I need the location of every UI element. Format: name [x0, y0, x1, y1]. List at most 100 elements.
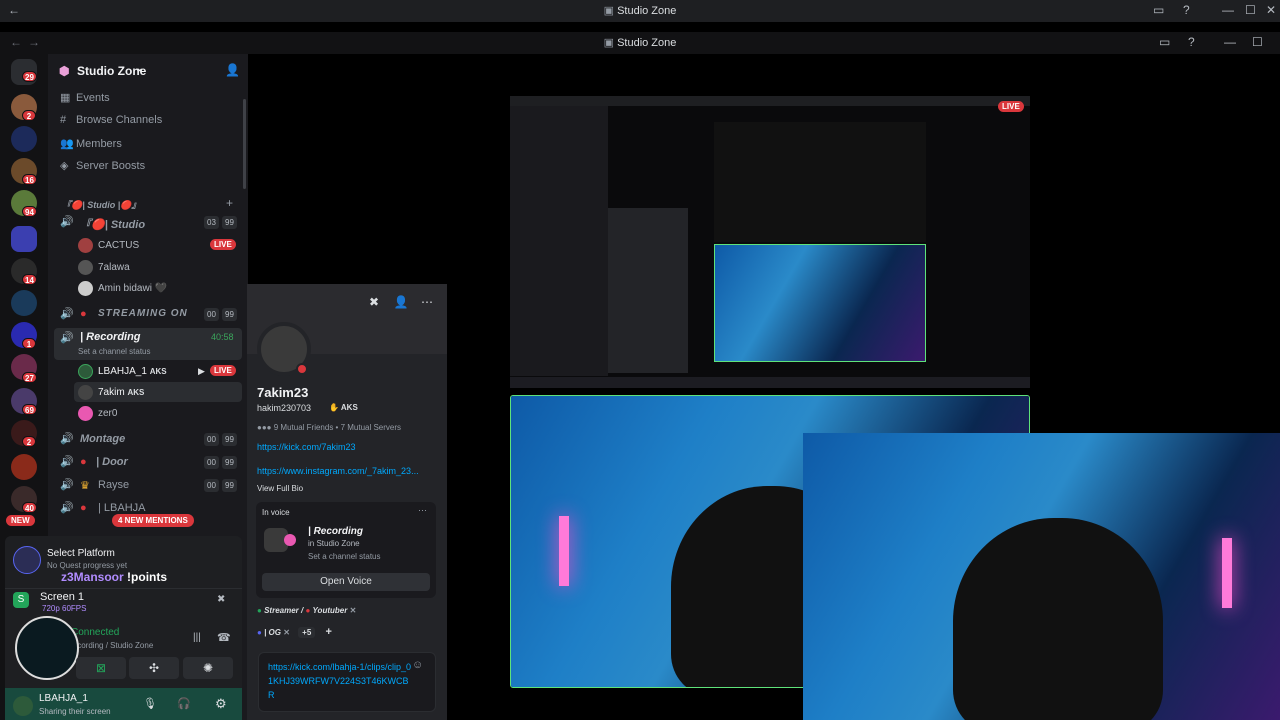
inbox-icon[interactable]: ▭ — [1159, 35, 1170, 49]
voice-user-lbahja[interactable]: LBAHJA_1 AKS — [78, 364, 167, 379]
remove-role-icon[interactable]: ✕ — [350, 606, 357, 615]
folder-icon[interactable] — [11, 226, 37, 252]
nav-browse-channels[interactable]: # Browse Channels — [60, 114, 162, 126]
voice-channel-streaming[interactable]: 🔊 ● STREAMING ON 00 99 — [56, 305, 242, 325]
profile-link-kick[interactable]: https://kick.com/7akim23 — [257, 442, 356, 452]
screen-share-title[interactable]: Screen 1 — [40, 591, 84, 603]
voice-channel-montage[interactable]: 🔊 Montage 00 99 — [56, 430, 242, 450]
add-friend-icon[interactable]: 👤 — [391, 295, 411, 315]
activities-icon[interactable]: ✣ — [129, 657, 179, 679]
stream-preview[interactable]: LIVE — [510, 96, 1030, 388]
channel-name: Rayse — [98, 479, 130, 491]
close-icon[interactable]: ✕ — [1266, 3, 1276, 17]
user-avatar[interactable] — [13, 696, 33, 716]
quest-title[interactable]: Select Platform — [47, 548, 115, 559]
server-icon[interactable] — [11, 454, 37, 480]
new-mentions-pill[interactable]: 4 NEW MENTIONS — [112, 514, 194, 527]
microphone-icon[interactable]: 🎙 — [143, 697, 157, 710]
help-icon[interactable]: ? — [1188, 35, 1195, 49]
in-voice-label: In voice — [262, 508, 290, 517]
user-count: 03 — [204, 216, 219, 229]
gear-icon[interactable]: ⚙ — [215, 696, 227, 712]
dnd-status-icon — [296, 363, 308, 375]
user-panel-name[interactable]: LBAHJA_1 — [39, 693, 88, 704]
channel-status[interactable]: Set a channel status — [78, 347, 151, 356]
server-guild-icon: ⬢ — [59, 64, 70, 78]
message-input[interactable]: https://kick.com/lbahja-1/clips/clip_01K… — [258, 652, 436, 712]
server-header[interactable]: ⬢ Studio Zone ⌄ 👤 — [48, 54, 248, 86]
nav-server-boosts[interactable]: ◈ Server Boosts — [60, 159, 145, 172]
headphones-icon[interactable]: 🎧 — [177, 697, 191, 710]
avatar — [78, 281, 93, 296]
camera-feed-2[interactable] — [803, 433, 1280, 720]
mutual-info[interactable]: ●●● 9 Mutual Friends • 7 Mutual Servers — [257, 423, 401, 432]
emoji-icon[interactable]: ☺ — [412, 659, 423, 671]
user-limit: 99 — [222, 308, 237, 321]
screen-icon: S — [13, 592, 29, 608]
voice-channel-label[interactable]: Recording / Studio Zone — [67, 641, 153, 650]
voice-user-7alawa[interactable]: 7alawa — [78, 260, 130, 275]
maximize-icon[interactable]: ☐ — [1252, 35, 1263, 49]
speaker-icon: 🔊 — [60, 502, 74, 514]
inner-window-title: ▣ Studio Zone — [0, 36, 1280, 49]
camera-button[interactable]: ⊠ — [76, 657, 126, 679]
chat-user: z3Mansoor — [61, 570, 124, 584]
scrollbar[interactable] — [243, 99, 246, 189]
rail-badge: 40 — [22, 502, 37, 513]
voice-user-7akim[interactable]: 7akim AKS — [78, 385, 145, 400]
browse-icon: # — [60, 114, 67, 126]
new-badge[interactable]: NEW — [6, 515, 35, 526]
speaker-icon: 🔊 — [60, 216, 74, 228]
swords-icon[interactable]: ✖ — [364, 295, 384, 315]
soundboard-icon[interactable]: ||| — [193, 632, 201, 643]
server-icon[interactable] — [11, 126, 37, 152]
more-icon[interactable]: ⋯ — [418, 505, 427, 516]
role-streamer[interactable]: Streamer / — [264, 606, 305, 615]
voice-status: Connected — [71, 627, 120, 638]
voice-channel-recording[interactable]: 🔊 | Recording 40:58 Set a channel status — [54, 328, 242, 360]
invite-people-icon[interactable]: 👤 — [225, 63, 240, 77]
mutual-text: 9 Mutual Friends • 7 Mutual Servers — [273, 423, 402, 432]
help-icon[interactable]: ? — [1183, 3, 1190, 17]
user-limit: 99 — [222, 433, 237, 446]
role-og[interactable]: | OG — [264, 628, 281, 637]
more-roles[interactable]: +5 — [298, 627, 316, 638]
voice-user-cactus[interactable]: CACTUS — [78, 238, 139, 253]
add-channel-icon[interactable]: + — [226, 196, 233, 210]
logo-avatar — [15, 616, 79, 680]
window-title: ▣ Studio Zone — [0, 4, 1280, 17]
chat-overlay: z3Mansoor !points — [61, 570, 167, 584]
mini-camera — [714, 244, 926, 362]
category-header[interactable]: 『🔴| Studio |🔴』 — [62, 198, 140, 211]
view-full-bio[interactable]: View Full Bio — [257, 484, 303, 493]
voice-channel-studio[interactable]: 🔊 『🔴| Studio 03 99 — [56, 213, 242, 233]
voice-channel-rayse[interactable]: 🔊 ♛ Rayse 00 99 — [56, 476, 242, 496]
nav-members[interactable]: 👥 Members — [60, 137, 122, 150]
message-text[interactable]: https://kick.com/lbahja-1/clips/clip_01K… — [268, 660, 413, 702]
minimize-icon[interactable]: — — [1224, 35, 1236, 49]
rail-badge: 94 — [22, 206, 37, 217]
role-youtuber[interactable]: Youtuber — [313, 606, 348, 615]
voice-channel-door[interactable]: 🔊 ● | Door 00 99 — [56, 453, 242, 473]
in-voice-channel[interactable]: | Recording — [308, 526, 363, 537]
voice-user-amin[interactable]: Amin bidawi 🖤 — [78, 281, 167, 296]
disconnect-icon[interactable]: ☎ — [217, 631, 231, 644]
speaker-icon: 🔊 — [60, 479, 74, 491]
inbox-icon[interactable]: ▭ — [1153, 3, 1164, 17]
more-icon[interactable]: ⋯ — [417, 295, 437, 315]
rail-badge: 2 — [22, 436, 36, 447]
add-role-icon[interactable]: + — [326, 626, 332, 638]
server-icon[interactable] — [11, 290, 37, 316]
stop-stream-icon[interactable]: ✖ — [217, 594, 225, 605]
voice-user-zer0[interactable]: zer0 — [78, 406, 117, 421]
minimize-icon[interactable]: — — [1222, 3, 1234, 17]
maximize-icon[interactable]: ☐ — [1245, 3, 1256, 17]
roles-row-1: ● Streamer / ● Youtuber ✕ — [257, 606, 356, 615]
remove-role-icon[interactable]: ✕ — [283, 628, 290, 637]
profile-link-instagram[interactable]: https://www.instagram.com/_7akim_23... — [257, 466, 419, 476]
user-tag: AKS — [127, 388, 145, 397]
soundboard-button[interactable]: ✺ — [183, 657, 233, 679]
rail-badge: 69 — [22, 404, 37, 415]
open-voice-button[interactable]: Open Voice — [262, 573, 430, 591]
nav-events[interactable]: ▦ Events — [60, 91, 110, 104]
